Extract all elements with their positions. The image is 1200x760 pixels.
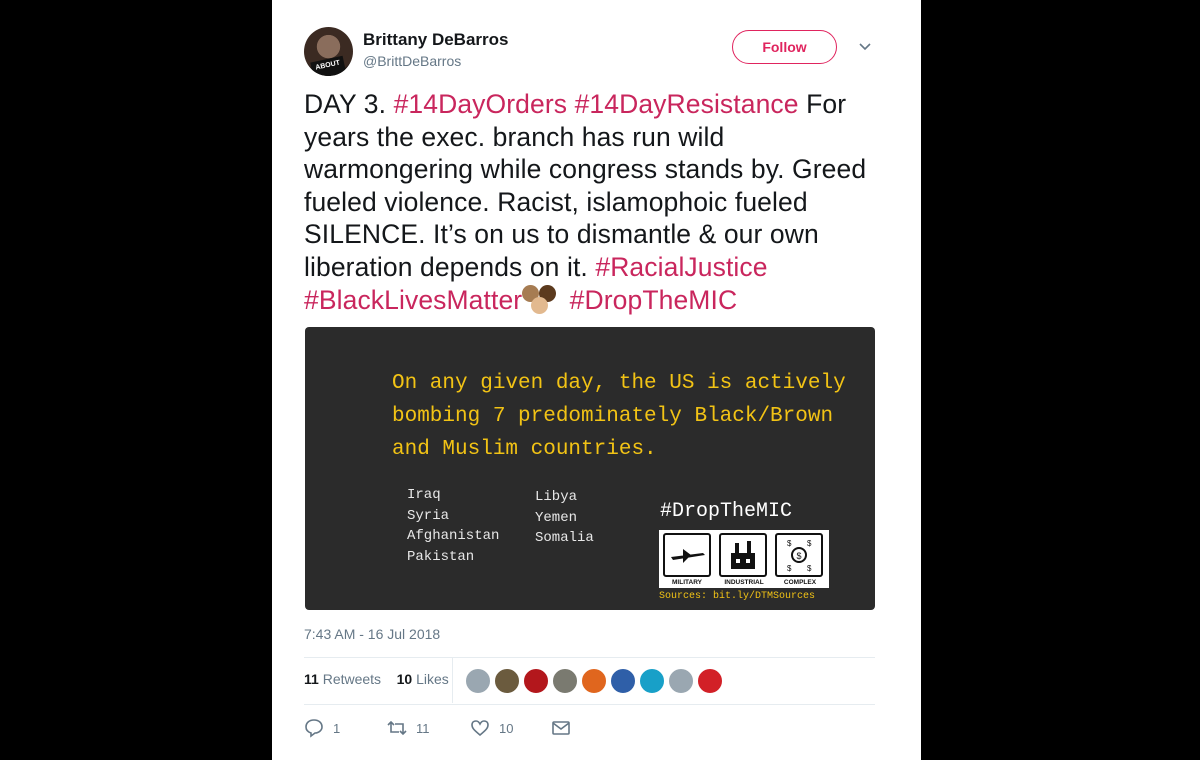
reply-count: 1	[333, 720, 341, 736]
mic-label: COMPLEX	[783, 579, 817, 586]
tweet-text: DAY 3. #14DayOrders #14DayResistance For…	[304, 88, 894, 316]
like-button[interactable]: 10	[470, 718, 513, 738]
user-handle[interactable]: @BrittDeBarros	[363, 53, 461, 69]
liker-avatar[interactable]	[523, 668, 549, 694]
country-item: Iraq	[407, 487, 441, 503]
hashtag-link[interactable]: #14DayOrders	[394, 89, 568, 119]
liker-avatar[interactable]	[639, 668, 665, 694]
mic-label: INDUSTRIAL	[724, 579, 764, 586]
heart-icon	[471, 720, 489, 737]
svg-text:$: $	[787, 564, 792, 573]
country-list-left: Iraq Syria Afghanistan Pakistan	[407, 485, 499, 567]
tweet-stats: 11 Retweets 10 Likes	[304, 671, 449, 687]
image-headline: On any given day, the US is actively bom…	[392, 372, 846, 461]
like-count: 10	[499, 720, 514, 736]
country-item: Pakistan	[407, 548, 475, 565]
reply-button[interactable]: 1	[304, 718, 340, 738]
liker-avatar[interactable]	[552, 668, 578, 694]
country-list-right: Libya Yemen Somalia	[535, 487, 594, 549]
retweets-count: 11	[304, 671, 319, 687]
country-item: Libya	[535, 489, 578, 505]
factory-icon	[719, 533, 767, 577]
hashtag-link[interactable]: #BlackLivesMatter	[304, 285, 522, 315]
mic-label: MILITARY	[672, 579, 702, 586]
likes-stat[interactable]: 10 Likes	[397, 671, 449, 687]
image-sources: Sources: bit.ly/DTMSources	[659, 591, 816, 602]
svg-text:$: $	[807, 564, 812, 573]
envelope-icon	[552, 721, 570, 735]
likes-label: Likes	[416, 671, 449, 687]
raised-fists-emoji-icon	[522, 284, 562, 315]
tweet-card: ABOUT FA Brittany DeBarros @BrittDeBarro…	[272, 0, 921, 760]
retweet-icon	[387, 720, 407, 736]
retweet-count: 11	[416, 720, 430, 736]
follow-button[interactable]: Follow	[732, 30, 837, 64]
direct-message-button[interactable]	[551, 718, 571, 738]
svg-text:$: $	[787, 539, 792, 548]
retweet-button[interactable]: 11	[387, 718, 430, 738]
country-item: Afghanistan	[407, 528, 500, 544]
chevron-down-icon[interactable]	[858, 40, 872, 54]
avatar[interactable]: ABOUT FA	[304, 27, 353, 76]
retweets-label: Retweets	[322, 671, 382, 687]
svg-text:$: $	[807, 539, 812, 548]
divider	[304, 657, 875, 658]
image-hashtag: #DropTheMIC	[660, 500, 793, 523]
liker-avatar[interactable]	[494, 668, 520, 694]
liker-avatar[interactable]	[610, 668, 636, 694]
hashtag-link[interactable]: #DropTheMIC	[570, 285, 738, 315]
svg-text:$: $	[796, 551, 801, 561]
liker-avatar[interactable]	[581, 668, 607, 694]
mic-logo: $ $ $ $ $ MILITARY INDUSTRIAL COMPLEX	[659, 530, 829, 588]
divider	[304, 704, 875, 705]
user-name[interactable]: Brittany DeBarros	[363, 30, 509, 50]
drone-icon	[663, 533, 711, 577]
tweet-image[interactable]: On any given day, the US is actively bom…	[305, 327, 875, 610]
liker-avatar[interactable]	[465, 668, 491, 694]
retweets-stat[interactable]: 11 Retweets	[304, 671, 381, 687]
country-item: Syria	[407, 507, 450, 524]
country-item: Yemen	[535, 509, 578, 526]
liker-avatar[interactable]	[697, 668, 723, 694]
likes-count: 10	[396, 671, 413, 687]
divider	[452, 658, 453, 703]
money-network-icon: $ $ $ $ $	[775, 533, 823, 577]
tweet-text-part: DAY 3.	[304, 89, 394, 119]
hashtag-link[interactable]: #RacialJustice	[595, 252, 767, 282]
liker-avatar[interactable]	[668, 668, 694, 694]
country-item: Somalia	[535, 530, 594, 546]
avatar-shirt-text: ABOUT FA	[310, 55, 347, 76]
hashtag-link[interactable]: #14DayResistance	[575, 89, 799, 119]
tweet-timestamp[interactable]: 7:43 AM - 16 Jul 2018	[304, 626, 440, 642]
reply-icon	[305, 719, 323, 738]
